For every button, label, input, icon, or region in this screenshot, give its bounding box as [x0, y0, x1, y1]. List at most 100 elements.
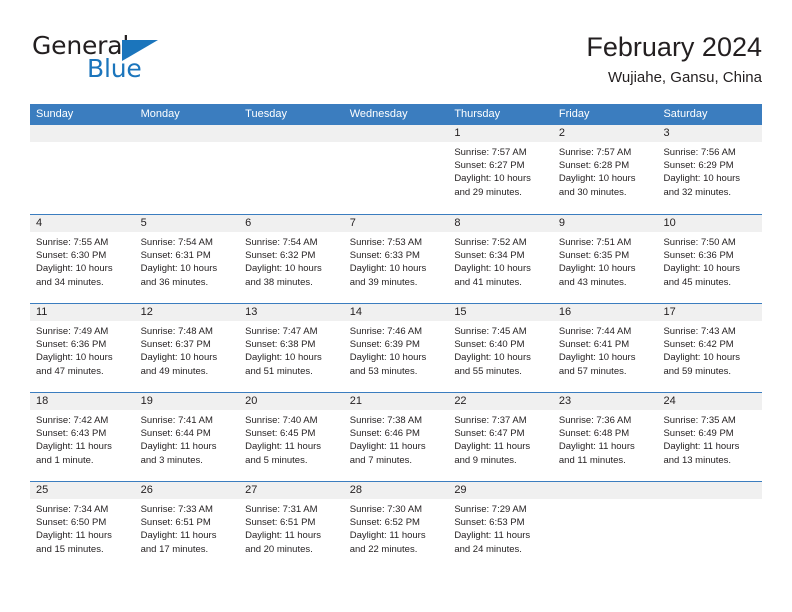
day-cell-18[interactable]: 18 Sunrise: 7:42 AM Sunset: 6:43 PM Dayligh… — [30, 393, 135, 481]
day-cell-3[interactable]: 3 Sunrise: 7:56 AM Sunset: 6:29 PM Daylight… — [657, 125, 763, 214]
sunrise-text: Sunrise: 7:36 AM — [558, 415, 632, 426]
daylight-text: Daylight: 10 hours and 36 minutes. — [140, 263, 218, 288]
sunrise-text: Sunrise: 7:42 AM — [36, 415, 109, 426]
day-cell-23[interactable]: 23 Sunrise: 7:36 AM Sunset: 6:48 PM Dayligh… — [552, 393, 658, 481]
day-details: Sunrise: 7:56 AM Sunset: 6:29 PM Daylight:… — [657, 142, 762, 199]
day-details: Sunrise: 7:36 AM Sunset: 6:48 PM Daylight:… — [553, 410, 658, 467]
day-details: Sunrise: 7:51 AM Sunset: 6:35 PM Daylight:… — [553, 232, 658, 289]
day-cell-15[interactable]: 15 Sunrise: 7:45 AM Sunset: 6:40 PM Dayligh… — [448, 304, 553, 392]
day-number-band: 18 — [30, 393, 135, 410]
day-cell-19[interactable]: 19 Sunrise: 7:41 AM Sunset: 6:44 PM Dayligh… — [134, 393, 240, 481]
day-cell-6[interactable]: 6 Sunrise: 7:54 AM Sunset: 6:32 PM Daylight… — [239, 215, 344, 303]
day-number-band: 15 — [448, 304, 553, 321]
weekday-header-tuesday: Tuesday — [245, 108, 287, 120]
day-number-band — [30, 125, 135, 142]
daylight-text: Daylight: 10 hours and 45 minutes. — [663, 263, 741, 288]
sunrise-text: Sunrise: 7:37 AM — [454, 415, 527, 426]
day-number: 15 — [454, 306, 467, 318]
day-cell-4[interactable]: 4 Sunrise: 7:55 AM Sunset: 6:30 PM Daylight… — [30, 215, 135, 303]
weekday-header-thursday: Thursday — [454, 108, 501, 120]
sunrise-text: Sunrise: 7:41 AM — [140, 415, 213, 426]
day-number-band — [239, 125, 344, 142]
sunrise-text: Sunrise: 7:57 AM — [454, 147, 527, 158]
day-details: Sunrise: 7:44 AM Sunset: 6:41 PM Daylight:… — [553, 321, 658, 378]
day-cell-7[interactable]: 7 Sunrise: 7:53 AM Sunset: 6:33 PM Daylight… — [343, 215, 449, 303]
daylight-text: Daylight: 11 hours and 24 minutes. — [454, 530, 531, 555]
day-cell-24[interactable]: 24 Sunrise: 7:35 AM Sunset: 6:49 PM Dayligh… — [657, 393, 763, 481]
day-number-band: 24 — [657, 393, 763, 410]
day-cell-13[interactable]: 13 Sunrise: 7:47 AM Sunset: 6:38 PM Dayligh… — [239, 304, 344, 392]
sunset-text: Sunset: 6:43 PM — [36, 428, 107, 440]
weekday-header-monday: Monday — [140, 108, 180, 120]
sunrise-text: Sunrise: 7:57 AM — [558, 147, 632, 158]
daylight-text: Daylight: 10 hours and 32 minutes. — [663, 173, 741, 198]
day-number-band: 6 — [239, 215, 344, 232]
day-number-band: 20 — [239, 393, 344, 410]
daylight-text: Daylight: 10 hours and 39 minutes. — [349, 263, 427, 288]
sunrise-text: Sunrise: 7:29 AM — [454, 504, 527, 515]
sunrise-text: Sunrise: 7:52 AM — [454, 237, 527, 248]
daylight-text: Daylight: 11 hours and 7 minutes. — [349, 441, 426, 466]
day-cell-29[interactable]: 29 Sunrise: 7:29 AM Sunset: 6:53 PM Dayligh… — [448, 482, 553, 570]
day-number-band: 11 — [30, 304, 135, 321]
day-cell-21[interactable]: 21 Sunrise: 7:38 AM Sunset: 6:46 PM Dayligh… — [343, 393, 449, 481]
day-cell-22[interactable]: 22 Sunrise: 7:37 AM Sunset: 6:47 PM Dayligh… — [448, 393, 553, 481]
sunset-text: Sunset: 6:30 PM — [36, 250, 107, 262]
daylight-text: Daylight: 11 hours and 11 minutes. — [558, 441, 635, 466]
day-details: Sunrise: 7:41 AM Sunset: 6:44 PM Daylight:… — [135, 410, 240, 467]
sunset-text: Sunset: 6:33 PM — [349, 250, 420, 262]
day-number: 16 — [558, 306, 572, 318]
day-cell-9[interactable]: 9 Sunrise: 7:51 AM Sunset: 6:35 PM Daylight… — [552, 215, 658, 303]
day-cell-16[interactable]: 16 Sunrise: 7:44 AM Sunset: 6:41 PM Dayligh… — [552, 304, 658, 392]
day-cell-28[interactable]: 28 Sunrise: 7:30 AM Sunset: 6:52 PM Dayligh… — [343, 482, 449, 570]
daylight-text: Daylight: 11 hours and 1 minute. — [36, 441, 112, 466]
day-cell-27[interactable]: 27 Sunrise: 7:31 AM Sunset: 6:51 PM Dayligh… — [239, 482, 344, 570]
day-cell-17[interactable]: 17 Sunrise: 7:43 AM Sunset: 6:42 PM Dayligh… — [657, 304, 763, 392]
day-details: Sunrise: 7:29 AM Sunset: 6:53 PM Daylight:… — [448, 499, 553, 556]
daylight-text: Daylight: 10 hours and 47 minutes. — [36, 352, 113, 377]
sunrise-text: Sunrise: 7:45 AM — [454, 326, 527, 337]
sunset-text: Sunset: 6:48 PM — [558, 428, 630, 440]
day-cell-14[interactable]: 14 Sunrise: 7:46 AM Sunset: 6:39 PM Dayligh… — [343, 304, 449, 392]
sunset-text: Sunset: 6:36 PM — [663, 250, 734, 262]
day-number: 8 — [454, 217, 461, 229]
day-number: 4 — [36, 217, 43, 229]
daylight-text: Daylight: 10 hours and 57 minutes. — [558, 352, 636, 377]
day-cell-26[interactable]: 26 Sunrise: 7:33 AM Sunset: 6:51 PM Dayligh… — [134, 482, 240, 570]
day-cell-empty — [552, 482, 658, 570]
day-number-band: 26 — [134, 482, 240, 499]
daylight-text: Daylight: 11 hours and 13 minutes. — [663, 441, 740, 466]
daylight-text: Daylight: 10 hours and 59 minutes. — [663, 352, 741, 377]
day-cell-25[interactable]: 25 Sunrise: 7:34 AM Sunset: 6:50 PM Dayligh… — [30, 482, 135, 570]
day-number: 12 — [140, 306, 153, 318]
day-number: 27 — [245, 484, 258, 496]
day-cell-5[interactable]: 5 Sunrise: 7:54 AM Sunset: 6:31 PM Daylight… — [134, 215, 240, 303]
day-number-band: 19 — [134, 393, 240, 410]
day-number-band: 13 — [239, 304, 344, 321]
day-number-band: 9 — [552, 215, 658, 232]
day-number-band: 29 — [448, 482, 553, 499]
day-cell-10[interactable]: 10 Sunrise: 7:50 AM Sunset: 6:36 PM Dayligh… — [657, 215, 763, 303]
sunset-text: Sunset: 6:35 PM — [558, 250, 630, 262]
sunset-text: Sunset: 6:53 PM — [454, 517, 525, 529]
day-cell-8[interactable]: 8 Sunrise: 7:52 AM Sunset: 6:34 PM Daylight… — [448, 215, 553, 303]
day-cell-2[interactable]: 2 Sunrise: 7:57 AM Sunset: 6:28 PM Daylight… — [552, 125, 658, 214]
sunset-text: Sunset: 6:27 PM — [454, 160, 525, 172]
day-cell-20[interactable]: 20 Sunrise: 7:40 AM Sunset: 6:45 PM Dayligh… — [239, 393, 344, 481]
day-number: 13 — [245, 306, 258, 318]
logo[interactable]: General Blue — [30, 32, 210, 92]
sunrise-text: Sunrise: 7:43 AM — [663, 326, 736, 337]
day-cell-12[interactable]: 12 Sunrise: 7:48 AM Sunset: 6:37 PM Dayligh… — [134, 304, 240, 392]
day-number: 26 — [140, 484, 153, 496]
day-number-band: 10 — [657, 215, 763, 232]
weekday-header-row: Sunday Monday Tuesday Wednesday Thursday Frid… — [30, 104, 762, 125]
day-details: Sunrise: 7:38 AM Sunset: 6:46 PM Daylight:… — [344, 410, 449, 467]
sunset-text: Sunset: 6:32 PM — [245, 250, 316, 262]
sunset-text: Sunset: 6:49 PM — [663, 428, 734, 440]
day-number-band: 4 — [30, 215, 135, 232]
day-cell-1[interactable]: 1 Sunrise: 7:57 AM Sunset: 6:27 PM Daylight… — [448, 125, 553, 214]
sunset-text: Sunset: 6:34 PM — [454, 250, 525, 262]
page-subtitle: Wujiahe, Gansu, China — [608, 69, 762, 86]
daylight-text: Daylight: 10 hours and 55 minutes. — [454, 352, 531, 377]
day-cell-11[interactable]: 11 Sunrise: 7:49 AM Sunset: 6:36 PM Dayligh… — [30, 304, 135, 392]
